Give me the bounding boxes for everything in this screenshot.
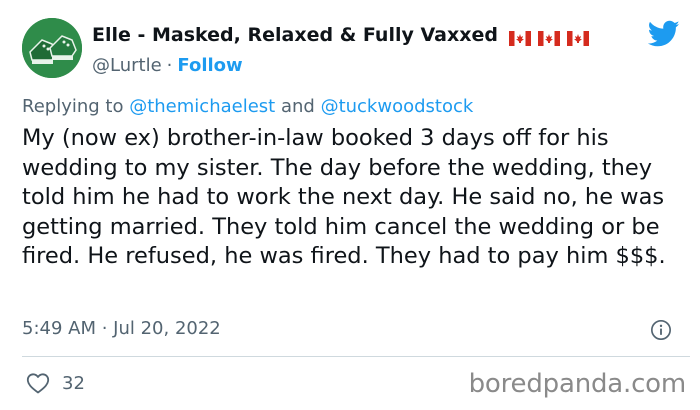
heart-icon[interactable] — [26, 372, 50, 394]
author-handle-line: @Lurtle · Follow — [92, 55, 243, 76]
like-action[interactable]: 32 — [26, 372, 85, 396]
tweet-header: Elle - Masked, Relaxed & Fully Vaxxed @L… — [22, 16, 682, 80]
follow-button[interactable]: Follow — [177, 55, 242, 76]
canada-flag-icon — [567, 31, 590, 46]
replying-to-line: Replying to @themichaelest and @tuckwood… — [22, 96, 473, 117]
twitter-bird-icon[interactable] — [648, 20, 680, 48]
avatar[interactable] — [22, 18, 82, 78]
separator-dot: · — [166, 55, 173, 76]
boredpanda-watermark: boredpanda.com — [468, 369, 687, 399]
tweet-text: My (now ex) brother-in-law booked 3 days… — [22, 125, 666, 269]
flag-emojis — [509, 28, 591, 47]
mention-link[interactable]: @tuckwoodstock — [321, 96, 474, 117]
replying-to-label: Replying to — [22, 96, 124, 117]
author-display-name[interactable]: Elle - Masked, Relaxed & Fully Vaxxed — [92, 24, 498, 46]
divider — [22, 356, 690, 357]
sneakers-avatar-image — [22, 18, 82, 78]
author-name-line: Elle - Masked, Relaxed & Fully Vaxxed — [92, 24, 591, 47]
like-count: 32 — [62, 372, 85, 394]
author-handle[interactable]: @Lurtle — [92, 55, 162, 76]
mention-link[interactable]: @themichaelest — [129, 96, 275, 117]
canada-flag-icon — [538, 31, 561, 46]
canada-flag-icon — [509, 31, 532, 46]
tweet-timestamp[interactable]: 5:49 AM · Jul 20, 2022 — [22, 318, 221, 339]
replying-to-conjunction: and — [280, 96, 315, 117]
info-icon[interactable] — [650, 319, 672, 341]
